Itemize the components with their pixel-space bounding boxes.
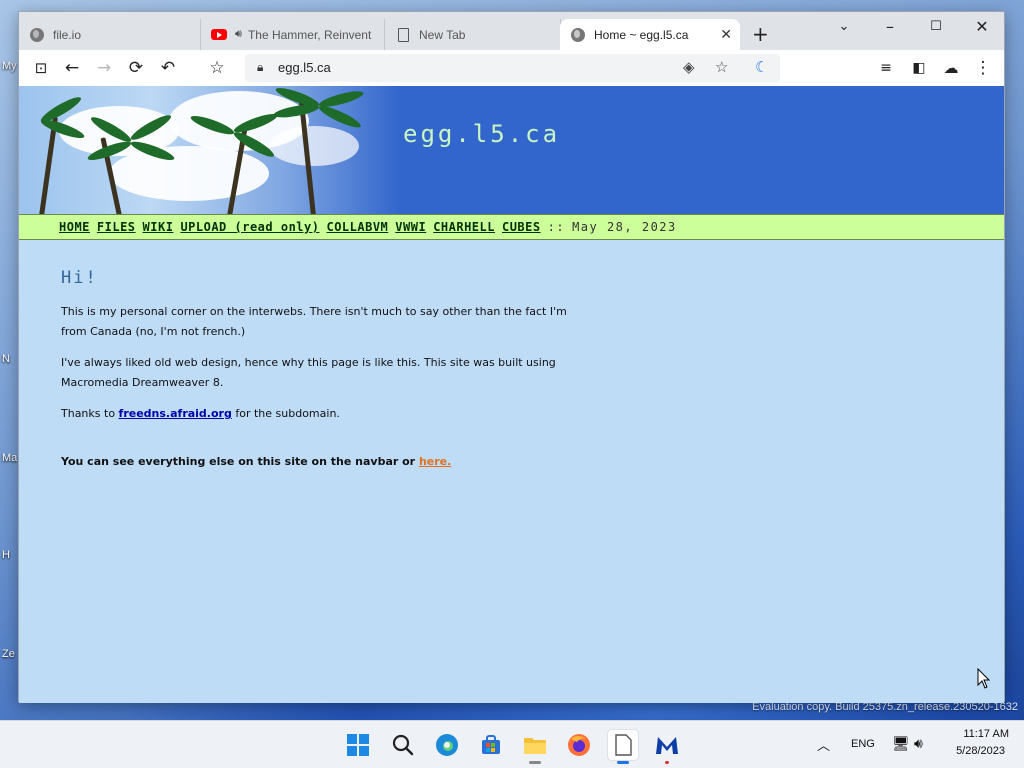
- search-icon: [392, 734, 414, 756]
- nav-link-wiki[interactable]: WIKI: [143, 220, 174, 234]
- lock-icon[interactable]: 🔒︎: [257, 60, 263, 75]
- sidebar-toggle-icon[interactable]: ◧: [908, 57, 930, 79]
- browser-app[interactable]: [608, 730, 638, 764]
- file-explorer-app[interactable]: [520, 730, 550, 764]
- design-paragraph: I've always liked old web design, hence …: [61, 356, 556, 389]
- address-bar[interactable]: 🔒︎ egg.l5.ca ◈ ☆ ☾: [245, 54, 780, 82]
- navbar-hint-text: You can see everything else on this site…: [61, 455, 416, 468]
- nav-link-upload[interactable]: UPLOAD (read only): [180, 220, 319, 234]
- taskbar: ︿ ENG 🖥︎ 🔊︎ 11:17 AM 5/28/2023: [0, 720, 1024, 768]
- new-tab-button[interactable]: +: [752, 24, 769, 44]
- tray-overflow-chevron-icon[interactable]: ︿: [817, 735, 830, 754]
- tab-file-io[interactable]: file.io: [19, 19, 201, 50]
- nav-link-charhell[interactable]: CHARHELL: [433, 220, 495, 234]
- tab-title: file.io: [53, 27, 82, 42]
- desktop-icon-label[interactable]: My: [2, 60, 17, 72]
- web-page: egg.l5.ca HOME FILES WIKI UPLOAD (read o…: [19, 86, 1004, 703]
- site-title: egg.l5.ca: [403, 120, 561, 148]
- tab-title: The Hammer, Reinvent: [247, 27, 372, 42]
- tab-new-tab[interactable]: New Tab: [385, 19, 561, 50]
- maximize-button[interactable]: ☐: [913, 16, 959, 38]
- nav-link-vwwi[interactable]: VWWI: [395, 220, 426, 234]
- favorite-star-icon[interactable]: ☆: [715, 58, 728, 76]
- tab-strip: file.io 🔊︎ The Hammer, Reinvent New Tab …: [19, 12, 1004, 50]
- nav-link-home[interactable]: HOME: [59, 220, 90, 234]
- panel-icon[interactable]: ⊡: [30, 57, 52, 79]
- site-banner: egg.l5.ca: [19, 86, 1004, 214]
- undo-icon[interactable]: ↶: [157, 57, 179, 79]
- folder-icon: [524, 738, 546, 754]
- browser-toolbar: ⊡ ← → ⟳ ↶ ☆ 🔒︎ egg.l5.ca ◈ ☆ ☾ ≡ ◧ ☁ ⋮: [19, 50, 1004, 86]
- tab-youtube[interactable]: 🔊︎ The Hammer, Reinvent: [201, 19, 385, 50]
- intro-paragraph: This is my personal corner on the interw…: [61, 305, 567, 338]
- nav-link-collabvm[interactable]: COLLABVM: [326, 220, 388, 234]
- freedns-link[interactable]: freedns.afraid.org: [119, 407, 232, 420]
- mouse-cursor-icon: [977, 668, 991, 689]
- here-link[interactable]: here.: [419, 455, 451, 468]
- dark-mode-icon[interactable]: ☾: [755, 58, 768, 76]
- nav-link-files[interactable]: FILES: [97, 220, 136, 234]
- browser-window: file.io 🔊︎ The Hammer, Reinvent New Tab …: [18, 11, 1005, 703]
- nav-separator: ::: [547, 220, 566, 234]
- url-text[interactable]: egg.l5.ca: [278, 60, 331, 75]
- upload-cloud-icon[interactable]: ☁: [940, 57, 962, 79]
- page-heading: Hi!: [61, 268, 98, 288]
- menu-icon[interactable]: ⋮: [972, 57, 994, 79]
- desktop-icon-label[interactable]: Ma: [2, 452, 17, 464]
- forward-button[interactable]: →: [93, 57, 115, 79]
- minimize-button[interactable]: –: [867, 16, 913, 38]
- firefox-app[interactable]: [564, 730, 594, 760]
- page-content: Hi! This is my personal corner on the in…: [61, 268, 571, 483]
- page-icon: [395, 27, 411, 43]
- windows-logo-icon: [347, 734, 369, 756]
- edge-icon: [436, 734, 458, 756]
- language-indicator[interactable]: ENG: [851, 738, 875, 750]
- tab-title: New Tab: [419, 27, 466, 42]
- clock-time[interactable]: 11:17 AM: [949, 728, 1009, 740]
- tab-egg-home[interactable]: Home ~ egg.l5.ca ✕: [560, 19, 740, 50]
- store-app[interactable]: [476, 730, 506, 760]
- store-icon: [482, 735, 500, 754]
- malwarebytes-icon: [656, 737, 678, 754]
- clock-date[interactable]: 5/28/2023: [945, 745, 1005, 757]
- close-tab-icon[interactable]: ✕: [720, 26, 732, 43]
- start-button[interactable]: [343, 730, 373, 760]
- speaker-icon[interactable]: 🔊︎: [235, 28, 242, 41]
- back-button[interactable]: ←: [61, 57, 83, 79]
- malwarebytes-app[interactable]: [652, 730, 682, 764]
- network-icon[interactable]: 🖥︎: [892, 735, 910, 752]
- thanks-suffix: for the subdomain.: [235, 407, 340, 420]
- desktop-icon-label[interactable]: H: [2, 549, 10, 561]
- document-icon: [615, 734, 632, 756]
- search-button[interactable]: [388, 730, 418, 760]
- site-navbar: HOME FILES WIKI UPLOAD (read only) COLLA…: [19, 214, 1004, 240]
- nav-link-cubes[interactable]: CUBES: [502, 220, 541, 234]
- palm-trees-image: [19, 86, 399, 214]
- desktop-icon-label[interactable]: N: [2, 353, 10, 365]
- edge-app[interactable]: [432, 730, 462, 760]
- volume-icon[interactable]: 🔊︎: [914, 735, 923, 752]
- layers-icon[interactable]: ◈: [683, 58, 695, 76]
- media-queue-icon[interactable]: ≡: [875, 57, 897, 79]
- reload-icon[interactable]: ⟳: [125, 57, 147, 79]
- firefox-icon: [568, 734, 590, 756]
- close-window-button[interactable]: ✕: [959, 16, 1005, 38]
- tab-search-icon[interactable]: ⌄: [821, 16, 867, 38]
- globe-icon: [29, 27, 45, 43]
- nav-date: May 28, 2023: [572, 220, 677, 234]
- bookmark-star-icon[interactable]: ☆: [206, 57, 228, 79]
- thanks-prefix: Thanks to: [61, 407, 116, 420]
- tab-title: Home ~ egg.l5.ca: [594, 27, 689, 42]
- desktop-icon-label[interactable]: Ze: [2, 648, 15, 660]
- thanks-paragraph: Thanks to freedns.afraid.org for the sub…: [61, 404, 571, 424]
- navbar-hint: You can see everything else on this site…: [61, 452, 571, 472]
- globe-icon: [570, 27, 586, 43]
- youtube-icon: [211, 27, 227, 43]
